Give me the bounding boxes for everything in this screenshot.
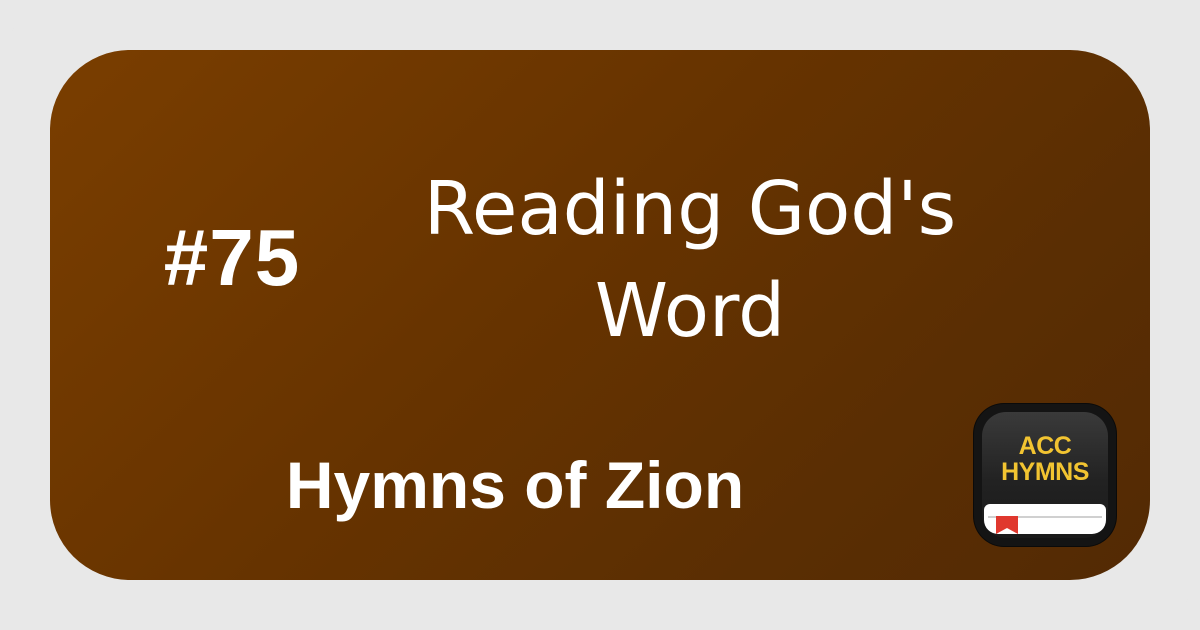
hymn-title-line-1: Reading God's (423, 166, 957, 252)
hymn-card: #75 Reading God's Word Hymns of Zion ACC… (50, 50, 1150, 580)
acc-hymns-logo-icon: ACC HYMNS (974, 404, 1116, 546)
bookmark-icon (996, 516, 1018, 534)
logo-text-hymns: HYMNS (1001, 458, 1089, 486)
hymn-number: #75 (163, 213, 301, 302)
hymnal-name: Hymns of Zion (285, 448, 745, 522)
hymn-title-line-2: Word (594, 268, 786, 354)
logo-text-acc: ACC (1018, 432, 1072, 460)
hymn-title: Reading God's Word (410, 158, 970, 362)
